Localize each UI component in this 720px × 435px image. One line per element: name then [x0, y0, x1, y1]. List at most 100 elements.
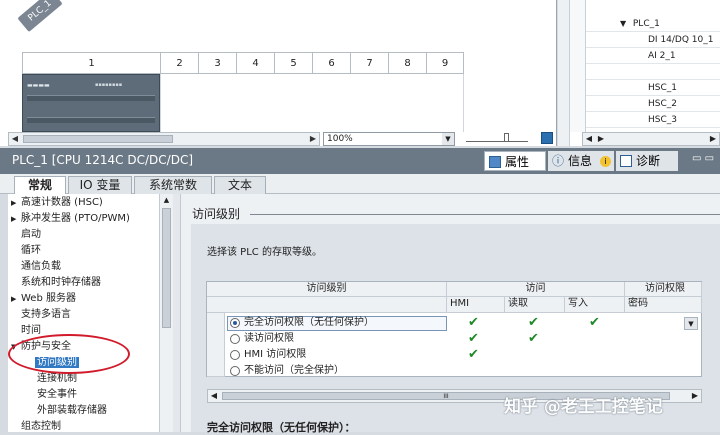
tab-properties[interactable]: 属性: [484, 151, 546, 171]
section-description: 选择该 PLC 的存取等级。: [207, 247, 322, 258]
check-icon: ✔: [589, 315, 600, 330]
table-row[interactable]: 读访问权限 ✔ ✔: [206, 331, 702, 347]
check-icon: ✔: [468, 347, 479, 362]
overview-row[interactable]: HSC_2: [586, 96, 720, 112]
check-icon: ✔: [468, 331, 479, 346]
scroll-right-icon[interactable]: ▶: [689, 390, 701, 402]
row-label: HMI 访问权限: [244, 349, 307, 360]
slot-header[interactable]: 5: [274, 52, 312, 74]
tree-item-security-event[interactable]: 安全事件: [37, 387, 77, 403]
properties-icon: [489, 156, 501, 168]
pane-splitter[interactable]: [173, 194, 181, 432]
cpu-terminal-strip: [27, 117, 155, 123]
slot-header[interactable]: 1: [22, 52, 160, 74]
subtab-io-tags[interactable]: IO 变量: [68, 176, 132, 194]
scroll-thumb[interactable]: [162, 208, 171, 328]
window-controls-icon[interactable]: ▭ ▭: [692, 153, 718, 169]
scroll-right-icon[interactable]: ▶: [707, 133, 719, 145]
column-header-password: 密码: [625, 297, 702, 313]
table-row[interactable]: 完全访问权限（无任何保护） ✔ ✔ ✔: [206, 315, 702, 331]
chevron-down-icon[interactable]: ▼: [442, 133, 454, 145]
tree-item-external-load-memory[interactable]: 外部装载存储器: [37, 403, 107, 419]
check-icon: ✔: [528, 331, 539, 346]
table-row[interactable]: HMI 访问权限 ✔: [206, 347, 702, 363]
slot-header[interactable]: 2: [160, 52, 198, 74]
scroll-right-icon[interactable]: ▶: [595, 133, 607, 145]
tree-item-cycle[interactable]: 循环: [11, 243, 41, 259]
overview-row[interactable]: ▼ PLC_1: [586, 16, 720, 32]
check-icon: ✔: [468, 315, 479, 330]
chevron-down-icon[interactable]: ▼: [684, 317, 698, 330]
subtab-texts[interactable]: 文本: [214, 176, 266, 194]
scroll-left-icon[interactable]: ◀: [9, 133, 21, 145]
zoom-value: 100%: [327, 134, 353, 144]
slot-header[interactable]: 8: [388, 52, 426, 74]
section-divider: [250, 214, 720, 215]
row-label: 不能访问（完全保护）: [244, 365, 344, 376]
subtab-system-constants[interactable]: 系统常数: [134, 176, 212, 194]
cpu-model-graphic: ▪▪▪▪▪▪▪▪: [95, 82, 123, 88]
section-title: 访问级别: [192, 207, 241, 221]
tree-item-system-clock-memory[interactable]: 系统和时钟存储器: [11, 275, 101, 291]
inspector-title: PLC_1 [CPU 1214C DC/DC/DC]: [12, 153, 194, 167]
tree-item-pto-pwm[interactable]: ▶ 脉冲发生器 (PTO/PWM): [11, 211, 130, 227]
overview-row[interactable]: DI 14/DQ 10_1: [586, 32, 720, 48]
overview-hscrollbar[interactable]: ◀ ▶ ▶: [582, 132, 720, 146]
slot-header[interactable]: 4: [236, 52, 274, 74]
overview-row[interactable]: AI 2_1: [586, 48, 720, 64]
tree-vscrollbar[interactable]: ▲: [159, 194, 173, 432]
expand-right-icon[interactable]: ▶: [11, 291, 21, 307]
expand-right-icon[interactable]: ▶: [11, 195, 21, 211]
slot-header[interactable]: 6: [312, 52, 350, 74]
tree-item-comm-load[interactable]: 通信负载: [11, 259, 61, 275]
expand-right-icon[interactable]: ▶: [11, 211, 21, 227]
tree-item-multilanguage[interactable]: 支持多语言: [11, 307, 71, 323]
properties-tree: ▶ 高速计数器 (HSC) ▶ 脉冲发生器 (PTO/PWM) 启动 循环 通信负载…: [8, 194, 173, 432]
overview-column: [570, 0, 586, 132]
slot-header[interactable]: 9: [426, 52, 464, 74]
fit-view-icon[interactable]: [541, 132, 553, 144]
tree-item-web-server[interactable]: ▶ Web 服务器: [11, 291, 76, 307]
column-header-permission: 访问权限: [625, 282, 702, 297]
tree-item-config-control[interactable]: 组态控制: [21, 419, 61, 432]
cpu-module[interactable]: ▬▬▬▬ ▪▪▪▪▪▪▪▪: [22, 74, 160, 132]
zoom-slider[interactable]: [466, 133, 528, 142]
subsection-title: 完全访问权限（无任何保护）：: [207, 421, 356, 434]
device-view-hscrollbar[interactable]: ◀ ▶: [8, 132, 320, 146]
column-header-hmi: HMI: [447, 297, 505, 313]
scroll-up-icon[interactable]: ▲: [160, 194, 173, 206]
diagnostics-icon: [620, 155, 632, 167]
column-header-read: 读取: [505, 297, 565, 313]
column-header-write: 写入: [565, 297, 625, 313]
zoom-slider-handle[interactable]: [504, 133, 509, 142]
info-badge-icon: i: [599, 156, 611, 167]
scroll-left-icon[interactable]: ◀: [208, 390, 220, 402]
overview-row[interactable]: HSC_3: [586, 112, 720, 128]
slot-header[interactable]: 7: [350, 52, 388, 74]
zoom-select[interactable]: 100% ▼: [323, 132, 455, 146]
expand-down-icon[interactable]: ▼: [586, 16, 626, 32]
column-header-level: 访问级别: [207, 282, 447, 297]
scroll-left-icon[interactable]: ◀: [583, 133, 595, 145]
info-icon: ⓘ: [552, 154, 565, 168]
tree-item-startup[interactable]: 启动: [11, 227, 41, 243]
scroll-thumb[interactable]: [23, 135, 173, 143]
row-label: 读访问权限: [244, 333, 294, 344]
tab-diagnostics[interactable]: 诊断: [616, 151, 678, 171]
overview-row[interactable]: [586, 64, 720, 80]
radio-full-access[interactable]: [230, 318, 240, 328]
overview-row[interactable]: HSC_1: [586, 80, 720, 96]
slot-header[interactable]: 3: [198, 52, 236, 74]
radio-read-access[interactable]: [230, 334, 240, 344]
radio-no-access[interactable]: [230, 366, 240, 376]
device-rack: 1 2 3 4 5 6 7 8 9 ▬▬▬▬ ▪▪▪▪▪▪▪▪: [8, 52, 478, 132]
scroll-right-icon[interactable]: ▶: [307, 133, 319, 145]
empty-slots[interactable]: [160, 74, 464, 132]
overview-vscrollbar[interactable]: [558, 0, 570, 146]
radio-hmi-access[interactable]: [230, 350, 240, 360]
tab-info[interactable]: ⓘ 信息 i: [548, 151, 614, 171]
tree-item-hsc[interactable]: ▶ 高速计数器 (HSC): [11, 195, 103, 211]
watermark: 知乎 @老王工控笔记: [504, 397, 663, 417]
table-row[interactable]: 不能访问（完全保护）: [206, 363, 702, 379]
subtab-general[interactable]: 常规: [14, 176, 66, 195]
